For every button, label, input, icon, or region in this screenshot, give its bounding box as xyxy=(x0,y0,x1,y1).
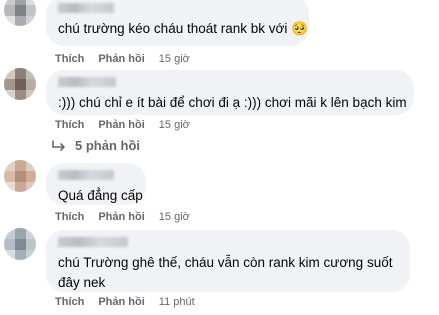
comment-text: :))) chú chỉ e ít bài để chơi đi ạ :))) … xyxy=(58,95,407,110)
avatar[interactable] xyxy=(4,228,36,260)
comment-text: chú trường kéo cháu thoát rank bk với 🥺 xyxy=(58,21,308,36)
comment-time[interactable]: 15 giờ xyxy=(159,119,190,131)
reply-button[interactable]: Phản hồi xyxy=(98,296,144,308)
like-button[interactable]: Thích xyxy=(55,211,84,223)
reply-button[interactable]: Phản hồi xyxy=(98,53,144,65)
reply-arrow-icon xyxy=(52,139,65,151)
comment-actions: Thích Phản hồi 11 phút xyxy=(55,296,195,308)
comment-time[interactable]: 15 giờ xyxy=(159,211,190,223)
commenter-name-redacted[interactable] xyxy=(58,237,128,247)
avatar[interactable] xyxy=(4,68,36,100)
comment-actions: Thích Phản hồi 15 giờ xyxy=(55,53,190,65)
like-button[interactable]: Thích xyxy=(55,53,84,65)
commenter-name-redacted[interactable] xyxy=(58,170,114,180)
comment-time[interactable]: 15 giờ xyxy=(159,53,190,65)
comment-actions: Thích Phản hồi 15 giờ xyxy=(55,119,190,131)
comment-actions: Thích Phản hồi 15 giờ xyxy=(55,211,190,223)
comment-text: Quá đẳng cấp xyxy=(58,188,143,203)
comment-text: chú Trường ghê thế, cháu vẫn còn rank ki… xyxy=(58,255,393,290)
commenter-name-redacted[interactable] xyxy=(58,3,114,13)
comment-bubble: :))) chú chỉ e ít bài để chơi đi ạ :))) … xyxy=(46,70,414,115)
reply-button[interactable]: Phản hồi xyxy=(98,211,144,223)
avatar[interactable] xyxy=(4,160,36,192)
view-replies-link[interactable]: 5 phản hồi xyxy=(51,138,140,153)
like-button[interactable]: Thích xyxy=(55,119,84,131)
like-button[interactable]: Thích xyxy=(55,296,84,308)
comment-bubble: chú trường kéo cháu thoát rank bk với 🥺 xyxy=(46,0,309,46)
replies-count[interactable]: 5 phản hồi xyxy=(75,138,140,153)
avatar[interactable] xyxy=(4,0,36,26)
comment-bubble: chú Trường ghê thế, cháu vẫn còn rank ki… xyxy=(46,230,410,292)
reply-button[interactable]: Phản hồi xyxy=(98,119,144,131)
comment-bubble: Quá đẳng cấp xyxy=(46,163,146,205)
commenter-name-redacted[interactable] xyxy=(58,77,116,87)
comment-time[interactable]: 11 phút xyxy=(159,296,195,308)
